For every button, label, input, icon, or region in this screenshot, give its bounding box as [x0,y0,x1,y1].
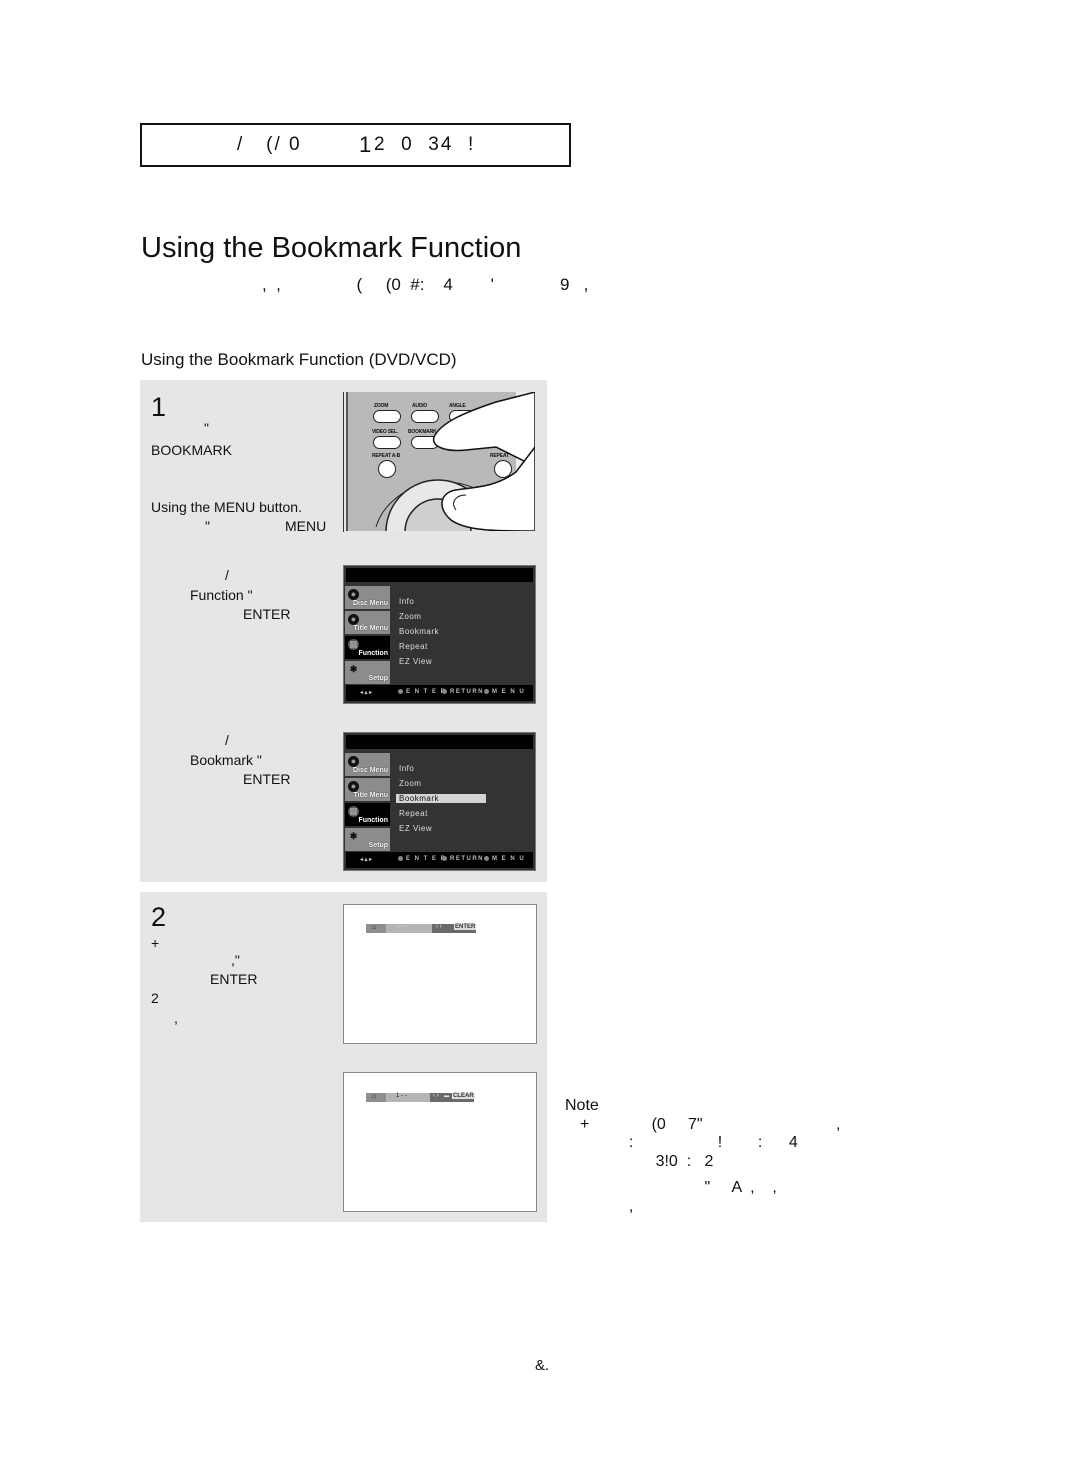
osd-item-info: Info [399,597,415,606]
arrows-icon: ‹ › [436,924,442,930]
bookmark-icon: ⌂ [366,924,386,933]
function-icon: ▦ [348,639,359,650]
osd-sidebar-setup: ✱ Setup [345,828,390,851]
function-icon: ▦ [348,806,359,817]
step-2-number: 2 [151,902,167,932]
note-line: + (0 7" , [580,1116,841,1133]
step-1-divider [343,392,344,532]
osd-item-repeat: Repeat [399,642,428,651]
osd-sidebar-function: ▦ Function [345,636,390,659]
osd-footer-return: RETURN [450,856,484,863]
osd-footer-return: RETURN [450,689,484,696]
osd-menu-bookmark-selected: ● Disc Menu ● Title Menu ▦ Function ✱ Setup … [343,732,536,871]
step-1a-item: Function " [190,587,253,603]
step-1-menu-quote: " [205,518,210,534]
step-1-menu-label: MENU [285,518,327,534]
bookmark-slots: - - - [398,924,408,930]
chapter-header-box: / (/ 0 1 2 0 34 ! [140,123,571,167]
step-1-number: 1 [151,392,167,422]
note-line: 3!0 : 2 [580,1153,714,1170]
step-1-menu-method: Using the MENU button. [151,499,302,515]
bookmark-screen-set: ⌂ 1 - - ‹ › ▬ CLEAR [343,1072,537,1212]
disc-icon: ● [348,589,359,600]
osd-sidebar-function: ▦ Function [345,803,390,826]
return-dot-icon [442,856,447,861]
bookmark-slots: 1 - - [396,1093,407,1099]
osd-footer-enter: E N T E R [406,689,447,696]
osd-item-bookmark: Bookmark [399,627,440,636]
step-2-line-1: + [151,935,160,951]
header-text-3: 2 0 34 ! [374,134,476,155]
title-icon: ● [348,781,359,792]
osd-item-ez-view: EZ View [399,657,433,666]
osd-sidebar-title-menu: ● Title Menu [345,778,390,801]
osd-sidebar-disc-menu: ● Disc Menu [345,753,390,776]
note-line: " A , , [580,1179,777,1196]
nav-arrows-icon: ◂▴▸ [360,690,374,696]
step-1-quote: " [204,420,209,436]
gear-icon: ✱ [349,664,358,674]
nav-arrows-icon: ◂▴▸ [360,857,374,863]
arrows-icon: ‹ › [433,1093,439,1099]
return-dot-icon [442,689,447,694]
osd-item-info: Info [399,764,415,773]
enter-dot-icon [398,689,403,694]
page-subtitle: , , ( (0 #: 4 ' 9 , [262,275,589,294]
step-1b-enter: ENTER [243,771,291,787]
osd-sidebar-title-menu: ● Title Menu [345,611,390,634]
title-icon: ● [348,614,359,625]
osd-item-ez-view: EZ View [399,824,433,833]
osd-menu-function: ● Disc Menu ● Title Menu ▦ Function ✱ Setup … [343,565,536,704]
remote-illustration: ZOOM AUDIO ANGLE EZ VIDEO SEL. BOOKMARK … [346,392,535,531]
step-1a-slash: / [225,567,229,583]
osd-sidebar-setup: ✱ Setup [345,661,390,684]
menu-dot-icon [484,689,489,694]
osd-item-zoom: Zoom [399,779,422,788]
enter-dot-icon [398,856,403,861]
osd-item-bookmark-selected: Bookmark [396,794,486,803]
bookmark-icon: ⌂ [366,1093,386,1102]
step-1a-enter: ENTER [243,606,291,622]
header-text-1: / (/ 0 [237,134,302,155]
hand-pressing-icon [375,392,535,531]
osd-item-repeat: Repeat [399,809,428,818]
bookmark-bar: ⌂ - - - ‹ › ENTER [366,924,477,933]
bookmark-bar-controls: ‹ › ENTER [432,924,477,933]
header-text-2: 1 [359,132,374,157]
note-line: , [580,1198,634,1215]
step-2-line-2: ," [231,952,240,968]
menu-dot-icon [484,856,489,861]
page-title: Using the Bookmark Function [141,232,522,264]
osd-title-bar [346,568,533,582]
enter-badge: ENTER [454,924,477,930]
disc-icon: ● [348,756,359,767]
bookmark-bar: ⌂ 1 - - ‹ › ▬ CLEAR [366,1093,475,1102]
bookmark-screen-empty: ⌂ - - - ‹ › ENTER [343,904,537,1044]
note-line: : ! : 4 [580,1134,798,1151]
step-2-enter: ENTER [210,971,258,987]
clear-badge: CLEAR [452,1093,475,1099]
osd-sidebar-disc-menu: ● Disc Menu [345,586,390,609]
mode-icon: ▬ [444,1093,449,1099]
step-1b-item: Bookmark " [190,752,262,768]
osd-footer-enter: E N T E R [406,856,447,863]
step-2-line-4: 2 [151,990,159,1006]
osd-footer: ◂▴▸ E N T E R RETURN M E N U [346,852,533,868]
bookmark-bar-controls: ‹ › ▬ CLEAR [430,1093,475,1102]
note-title: Note [565,1097,599,1114]
page-number: &. [535,1357,550,1374]
section-heading: Using the Bookmark Function (DVD/VCD) [141,350,457,369]
osd-footer: ◂▴▸ E N T E R RETURN M E N U [346,685,533,701]
osd-footer-menu: M E N U [492,856,526,863]
step-2-line-5: , [174,1010,178,1026]
gear-icon: ✱ [349,831,358,841]
step-1b-slash: / [225,732,229,748]
osd-footer-menu: M E N U [492,689,526,696]
step-1-bookmark-label: BOOKMARK [151,442,232,458]
osd-item-zoom: Zoom [399,612,422,621]
osd-title-bar [346,735,533,749]
